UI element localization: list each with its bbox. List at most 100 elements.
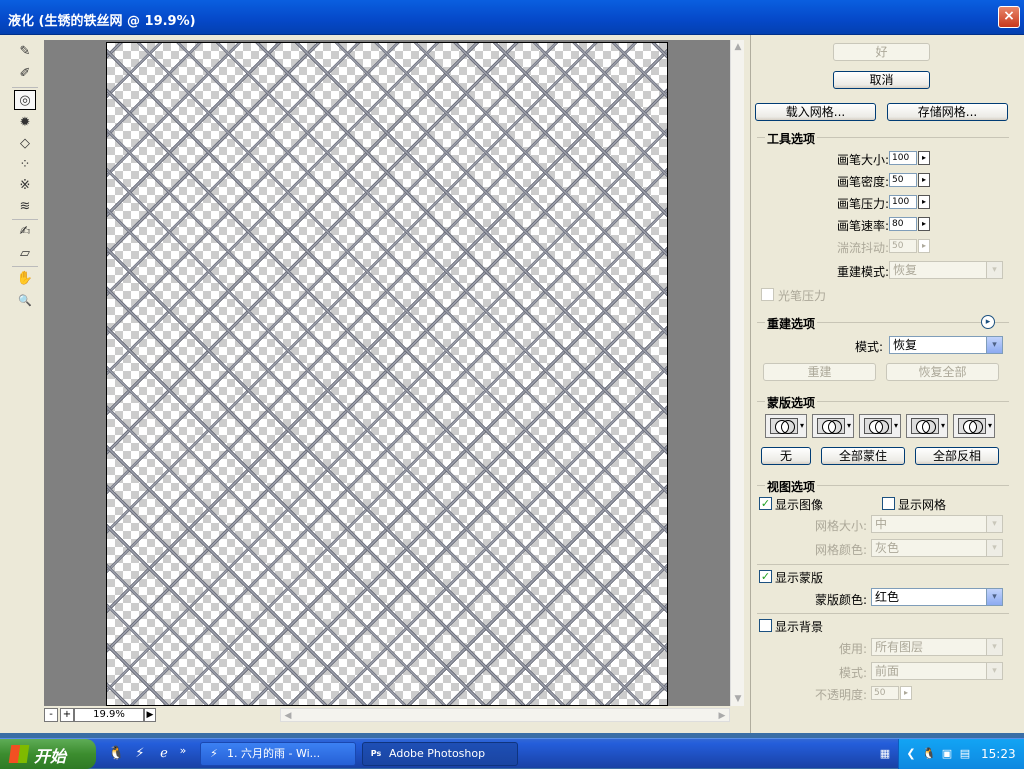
forward-warp-tool-icon[interactable]: ✎ [14, 41, 36, 61]
twirl-clockwise-tool-icon[interactable]: ◎ [14, 90, 36, 110]
ok-button[interactable]: 好 [833, 43, 930, 61]
turbulent-jitter-input[interactable]: 50 [889, 239, 917, 253]
backdrop-mode-select[interactable]: 前面 ▾ [871, 662, 1003, 680]
dropdown-arrow-icon: ▾ [986, 639, 1002, 655]
brush-density-arrow-icon[interactable]: ▸ [918, 173, 930, 187]
show-mask-checkbox[interactable]: ✓ [759, 570, 772, 583]
stylus-pressure-checkbox[interactable] [761, 288, 774, 301]
options-panel: 好 取消 载入网格... 存储网格... 工具选项 画笔大小: 100 ▸ 画笔… [750, 35, 1024, 733]
brush-density-input[interactable]: 50 [889, 173, 917, 187]
winamp-icon[interactable]: ⚡ [132, 746, 148, 762]
taskbar-item-photoshop[interactable]: Ps Adobe Photoshop [362, 742, 518, 766]
panel-menu-icon[interactable]: ▸ [981, 315, 995, 329]
pucker-tool-icon[interactable]: ✹ [14, 112, 36, 132]
scroll-down-icon[interactable]: ▼ [731, 692, 745, 706]
bloat-tool-icon[interactable]: ◇ [14, 133, 36, 153]
window-title: 液化 (生锈的铁丝网 @ 19.9%) [8, 14, 196, 29]
cancel-button[interactable]: 取消 [833, 71, 930, 89]
push-left-tool-icon[interactable]: ⁘ [14, 154, 36, 174]
mask-invert-button[interactable]: ▾ [953, 414, 995, 438]
invert-all-button[interactable]: 全部反相 [915, 447, 999, 465]
scroll-right-icon[interactable]: ▶ [715, 709, 729, 723]
show-backdrop-checkbox[interactable] [759, 619, 772, 632]
preview-canvas[interactable] [44, 40, 730, 706]
brush-size-input[interactable]: 100 [889, 151, 917, 165]
network-2-icon[interactable]: ▤ [957, 746, 973, 762]
mask-intersect-icon [911, 418, 939, 434]
close-button[interactable]: × [998, 6, 1020, 28]
network-icon[interactable]: ▣ [939, 746, 955, 762]
taskbar-item-music[interactable]: ⚡ 1. 六月的雨 - Wi... [200, 742, 356, 766]
mask-none-button[interactable]: 无 [761, 447, 811, 465]
zoom-tool-icon[interactable]: 🔍 [14, 290, 36, 310]
mask-add-button[interactable]: ▾ [812, 414, 854, 438]
mask-intersect-button[interactable]: ▾ [906, 414, 948, 438]
zoom-level[interactable]: 19.9% [74, 708, 144, 722]
reconstruct-options-title: 重建选项 [765, 315, 818, 332]
show-mask-label: 显示蒙版 [775, 571, 824, 585]
brush-density-label: 画笔密度: [836, 175, 889, 189]
zoom-menu-arrow-icon[interactable]: ▶ [144, 708, 156, 722]
show-image-label: 显示图像 [775, 498, 824, 512]
vertical-scrollbar[interactable]: ▲ ▼ [730, 40, 744, 706]
turbulence-tool-icon[interactable]: ≋ [14, 196, 36, 216]
thaw-mask-tool-icon[interactable]: ▱ [14, 243, 36, 263]
reconstruct-options-mode-select[interactable]: 恢复 ▾ [889, 336, 1003, 354]
chain-link-fence-image [107, 43, 667, 705]
brush-size-arrow-icon[interactable]: ▸ [918, 151, 930, 165]
opacity-arrow-icon[interactable]: ▸ [900, 686, 912, 700]
brush-pressure-arrow-icon[interactable]: ▸ [918, 195, 930, 209]
restore-all-button[interactable]: 恢复全部 [886, 363, 999, 381]
opacity-input[interactable]: 50 [871, 686, 899, 700]
qq-tray-icon[interactable]: 🐧 [921, 746, 937, 762]
reconstruct-tool-icon[interactable]: ✐ [14, 63, 36, 83]
close-icon: × [1003, 8, 1015, 24]
quicklaunch-chevron-icon[interactable]: » [178, 743, 188, 759]
turbulent-jitter-arrow-icon[interactable]: ▸ [918, 239, 930, 253]
mask-mode-row: ▾ ▾ ▾ ▾ ▾ [765, 414, 1003, 440]
hand-tool-icon[interactable]: ✋ [14, 268, 36, 288]
dropdown-arrow-icon: ▾ [986, 337, 1002, 353]
brush-size-label: 画笔大小: [836, 153, 889, 167]
keyboard-icon[interactable]: ▦ [877, 746, 893, 762]
scroll-up-icon[interactable]: ▲ [731, 40, 745, 54]
start-button[interactable]: 开始 [0, 739, 96, 769]
mask-color-label: 蒙版颜色: [814, 593, 867, 607]
brush-rate-arrow-icon[interactable]: ▸ [918, 217, 930, 231]
zoom-in-button[interactable]: + [60, 708, 74, 722]
horizontal-scrollbar[interactable]: ◀ ▶ [280, 708, 730, 722]
save-mesh-button[interactable]: 存储网格... [887, 103, 1008, 121]
use-layer-label: 使用: [838, 642, 867, 656]
mask-add-icon [817, 418, 845, 434]
mesh-size-select[interactable]: 中 ▾ [871, 515, 1003, 533]
mask-options-title: 蒙版选项 [765, 394, 818, 411]
internet-explorer-icon[interactable]: ℯ [156, 746, 172, 762]
mesh-size-label: 网格大小: [814, 519, 867, 533]
freeze-mask-tool-icon[interactable]: ✍ [14, 221, 36, 241]
qq-icon[interactable]: 🐧 [108, 746, 124, 762]
brush-pressure-input[interactable]: 100 [889, 195, 917, 209]
tray-expand-icon[interactable]: ❮ [903, 746, 919, 762]
reconstruct-mode-select[interactable]: 恢复 ▾ [889, 261, 1003, 279]
show-image-checkbox[interactable]: ✓ [759, 497, 772, 510]
dropdown-arrow-icon: ▾ [986, 663, 1002, 679]
window-titlebar[interactable]: 液化 (生锈的铁丝网 @ 19.9%) × [0, 0, 1024, 35]
mask-replace-button[interactable]: ▾ [765, 414, 807, 438]
windows-logo-icon [8, 745, 30, 763]
mask-subtract-icon [864, 418, 892, 434]
brush-rate-input[interactable]: 80 [889, 217, 917, 231]
load-mesh-button[interactable]: 载入网格... [755, 103, 876, 121]
scroll-left-icon[interactable]: ◀ [281, 709, 295, 723]
use-layer-select[interactable]: 所有图层 ▾ [871, 638, 1003, 656]
zoom-out-button[interactable]: - [44, 708, 58, 722]
mask-color-select[interactable]: 红色 ▾ [871, 588, 1003, 606]
mask-subtract-button[interactable]: ▾ [859, 414, 901, 438]
mesh-color-select[interactable]: 灰色 ▾ [871, 539, 1003, 557]
mask-all-button[interactable]: 全部蒙住 [821, 447, 905, 465]
mask-invert-icon [958, 418, 986, 434]
reconstruct-button[interactable]: 重建 [763, 363, 876, 381]
show-mesh-checkbox[interactable] [882, 497, 895, 510]
dropdown-arrow-icon: ▾ [986, 262, 1002, 278]
mirror-tool-icon[interactable]: ※ [14, 175, 36, 195]
document-image[interactable] [106, 42, 668, 706]
